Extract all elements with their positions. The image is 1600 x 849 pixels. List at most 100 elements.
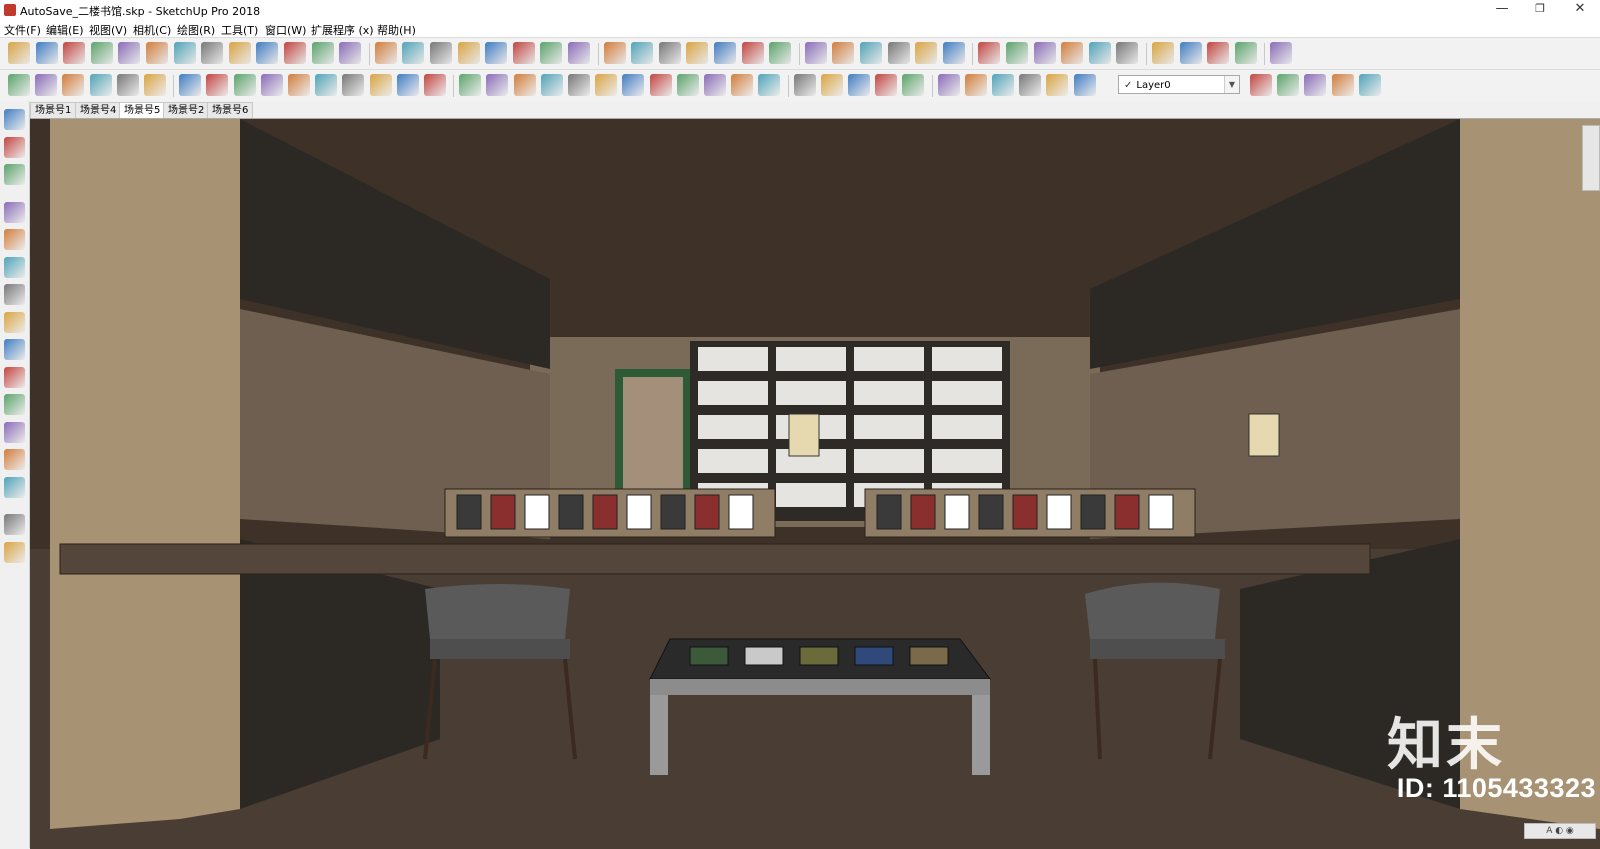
tool-r-icon[interactable] <box>486 74 509 96</box>
tool-aa-icon[interactable] <box>731 74 754 96</box>
grid-icon[interactable] <box>1088 42 1111 64</box>
box-front-icon[interactable] <box>4 136 25 158</box>
tool-ab-icon[interactable] <box>758 74 781 96</box>
scene-icon[interactable] <box>741 42 764 64</box>
tool-o-icon[interactable] <box>396 74 419 96</box>
grid-2-icon[interactable] <box>1152 42 1174 64</box>
tool-g-icon[interactable] <box>179 74 202 96</box>
sandbox-g-icon[interactable] <box>4 366 25 388</box>
tool-x-icon[interactable] <box>649 74 672 96</box>
menu-tools[interactable]: 工具(T) <box>221 22 258 38</box>
tool-ah-icon[interactable] <box>937 74 960 96</box>
pan-icon[interactable] <box>402 42 425 64</box>
move-icon[interactable] <box>201 42 224 64</box>
model-viewport[interactable]: 知末 ID: 1105433323 A ◐ ◉ <box>30 118 1600 849</box>
arc-icon[interactable] <box>90 42 113 64</box>
viewport-side-widget[interactable] <box>1582 125 1600 191</box>
sandbox-c-icon[interactable] <box>4 256 25 278</box>
tool-ad-icon[interactable] <box>820 74 843 96</box>
follow-me-icon[interactable] <box>173 42 196 64</box>
sandbox-f-icon[interactable] <box>4 339 25 360</box>
layout-icon[interactable] <box>568 42 590 64</box>
status-corner-widget[interactable]: A ◐ ◉ <box>1524 823 1596 839</box>
tool-ac-icon[interactable] <box>793 74 816 96</box>
tool-m-icon[interactable] <box>342 74 365 96</box>
scale-icon[interactable] <box>256 42 279 64</box>
menu-camera[interactable]: 相机(C) <box>133 22 171 38</box>
tool-c-icon[interactable] <box>62 74 85 96</box>
tool-am-icon[interactable] <box>1073 74 1096 96</box>
tool-ak-icon[interactable] <box>1019 74 1042 96</box>
layers-alt-icon[interactable] <box>1006 42 1028 64</box>
tool-v-icon[interactable] <box>595 74 618 96</box>
pencil-icon[interactable] <box>63 42 86 64</box>
sliders-icon[interactable] <box>860 42 882 64</box>
doc-icon[interactable] <box>1033 42 1056 64</box>
sound-icon[interactable] <box>832 42 855 64</box>
rectangle-icon[interactable] <box>118 42 141 64</box>
globe-icon[interactable] <box>1270 42 1293 64</box>
tool-ai-icon[interactable] <box>964 74 987 96</box>
warehouse-icon[interactable] <box>485 42 508 64</box>
tab-scene-2[interactable]: 场景号2 <box>163 102 210 118</box>
tool-ar-icon[interactable] <box>1358 74 1381 96</box>
sandbox-a-icon[interactable] <box>4 201 25 223</box>
paint-bucket-icon[interactable] <box>339 42 362 64</box>
rotate-icon[interactable] <box>228 42 251 64</box>
tool-e-icon[interactable] <box>116 74 139 96</box>
eraser-icon[interactable] <box>35 42 58 64</box>
box-side-icon[interactable] <box>4 164 25 185</box>
tool-f-icon[interactable] <box>144 74 166 96</box>
tool-af-icon[interactable] <box>875 74 898 96</box>
tab-scene-4[interactable]: 场景号4 <box>75 102 122 118</box>
extension-warehouse-icon[interactable] <box>540 42 563 64</box>
close-button[interactable]: ✕ <box>1560 0 1600 20</box>
orbit-icon[interactable] <box>374 42 397 64</box>
menu-draw[interactable]: 绘图(R) <box>177 22 215 38</box>
tool-y-icon[interactable] <box>676 74 699 96</box>
select-icon[interactable] <box>8 42 30 64</box>
tool-b-icon[interactable] <box>35 74 58 96</box>
tool-k-icon[interactable] <box>288 74 310 96</box>
menu-window[interactable]: 窗口(W) <box>265 22 306 38</box>
tool-w-icon[interactable] <box>622 74 645 96</box>
tool-n-icon[interactable] <box>369 74 392 96</box>
tool-ao-icon[interactable] <box>1277 74 1300 96</box>
tool-i-icon[interactable] <box>233 74 256 96</box>
tool-h-icon[interactable] <box>206 74 229 96</box>
components-icon[interactable] <box>512 42 535 64</box>
zoom-extents-icon[interactable] <box>457 42 480 64</box>
tab-scene-1[interactable]: 场景号1 <box>30 102 77 118</box>
tool-z-icon[interactable] <box>704 74 726 96</box>
doc-alt-icon[interactable] <box>1061 42 1084 64</box>
grid-4-icon[interactable] <box>1207 42 1230 64</box>
menu-extensions[interactable]: 扩展程序 (x) <box>311 22 374 38</box>
tool-ae-icon[interactable] <box>848 74 870 96</box>
zoom-icon[interactable] <box>430 42 452 64</box>
menu-help[interactable]: 帮助(H) <box>377 22 416 38</box>
shield-icon[interactable] <box>603 42 626 64</box>
grid-alt-icon[interactable] <box>1116 42 1139 64</box>
solid-a-icon[interactable] <box>4 449 25 470</box>
section-icon[interactable] <box>4 394 25 415</box>
tool-t-icon[interactable] <box>540 74 563 96</box>
refresh-icon[interactable] <box>631 42 654 64</box>
tape-measure-icon[interactable] <box>284 42 306 64</box>
tool-u-icon[interactable] <box>568 74 590 96</box>
menu-file[interactable]: 文件(F) <box>4 22 41 38</box>
section-alt-icon[interactable] <box>4 421 25 443</box>
info-icon[interactable] <box>942 42 965 64</box>
layer-dropdown[interactable]: ✓ Layer0 ▼ <box>1118 75 1240 94</box>
menu-view[interactable]: 视图(V) <box>89 22 127 38</box>
menu-edit[interactable]: 编辑(E) <box>46 22 84 38</box>
print-icon[interactable] <box>658 42 681 64</box>
solid-c-icon[interactable] <box>4 514 25 535</box>
tool-p-icon[interactable] <box>424 74 446 96</box>
tool-al-icon[interactable] <box>1046 74 1069 96</box>
text-icon[interactable] <box>311 42 334 64</box>
tool-ag-icon[interactable] <box>902 74 925 96</box>
settings-icon[interactable] <box>804 42 827 64</box>
chevron-down-icon[interactable]: ▼ <box>1224 76 1239 93</box>
tool-l-icon[interactable] <box>315 74 338 96</box>
tree-icon[interactable] <box>769 42 792 64</box>
